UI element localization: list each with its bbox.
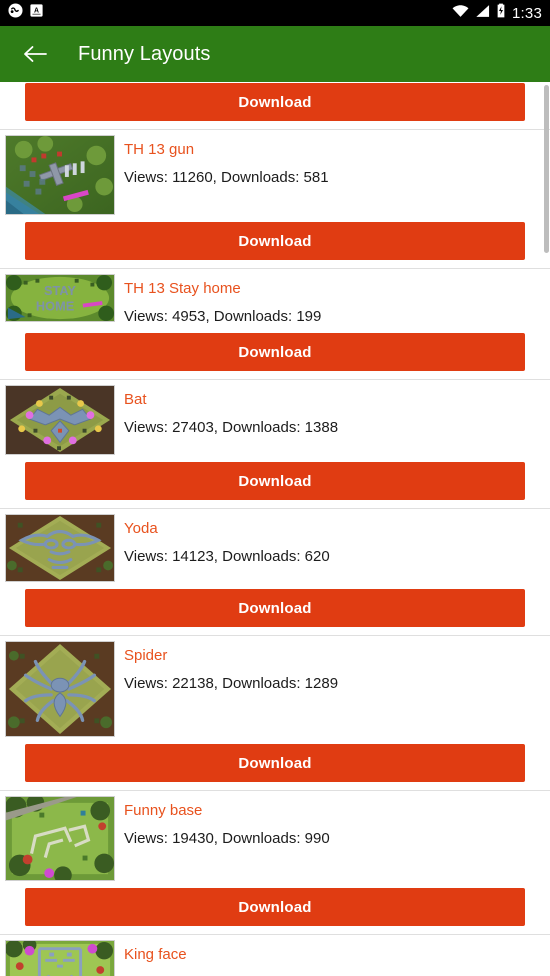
back-button[interactable] [22,41,48,67]
layout-title[interactable]: Funny base [124,802,550,820]
king-face-base-art [6,941,114,976]
svg-text:STAY: STAY [44,284,77,298]
layout-thumbnail[interactable]: STAY HOME [5,274,115,322]
layout-thumbnail[interactable] [5,940,115,976]
layout-stats: Views: 27403, Downloads: 1388 [124,419,339,436]
list-item[interactable]: Download [0,82,550,130]
app-bar: Funny Layouts [0,26,550,82]
status-bar-notifications: A [8,3,43,23]
layout-stats: Views: 4953, Downloads: 199 [124,308,322,325]
layout-title[interactable]: Yoda [124,520,550,538]
wifi-icon [452,4,469,23]
th13-gun-base-art [6,136,114,214]
layouts-list[interactable]: Download TH 13 gun Views: 11260, Downloa… [0,82,550,976]
layout-title[interactable]: TH 13 Stay home [124,280,550,298]
layout-thumbnail[interactable] [5,135,115,215]
list-item-content: Bat Views: 27403, Downloads: 1388 [0,380,550,455]
layout-title[interactable]: Bat [124,391,550,409]
download-button[interactable]: Download [25,589,525,627]
layout-meta: Spider Views: 22138, Downloads: 1289 [115,641,550,693]
download-button[interactable]: Download [25,83,525,121]
layout-meta: TH 13 gun Views: 11260, Downloads: 581 [115,135,550,187]
status-bar: A 1:33 [0,0,550,26]
back-arrow-icon [24,46,47,62]
svg-text:A: A [34,8,39,15]
list-item-content: TH 13 gun Views: 11260, Downloads: 581 [0,130,550,215]
status-bar-clock: 1:33 [512,4,542,22]
app-screen: A 1:33 Funny Layouts Download TH 13 gun … [0,0,550,976]
layout-meta: TH 13 Stay home Views: 4953, Downloads: … [115,274,550,326]
download-button-wrap: Download [0,326,550,379]
download-button-wrap: Download [0,582,550,635]
a-badge-icon: A [30,4,43,22]
layout-meta: Yoda Views: 14123, Downloads: 620 [115,514,550,566]
list-item[interactable]: Spider Views: 22138, Downloads: 1289 Dow… [0,636,550,791]
vertical-scrollbar[interactable] [544,85,549,253]
download-button[interactable]: Download [25,462,525,500]
list-item[interactable]: King face Views: 12714, Downloads: 660 D… [0,935,550,976]
list-item-content: Spider Views: 22138, Downloads: 1289 [0,636,550,737]
list-item[interactable]: Bat Views: 27403, Downloads: 1388 Downlo… [0,380,550,509]
list-item-content: STAY HOME TH 13 Stay home Views: 4953, Do… [0,269,550,326]
list-item-content: Funny base Views: 19430, Downloads: 990 [0,791,550,881]
layout-title[interactable]: TH 13 gun [124,141,550,159]
download-button-wrap: Download [0,881,550,934]
layout-thumbnail[interactable] [5,385,115,455]
layout-meta: King face Views: 12714, Downloads: 660 [115,940,550,976]
list-item[interactable]: TH 13 gun Views: 11260, Downloads: 581 D… [0,130,550,269]
list-item-content: Yoda Views: 14123, Downloads: 620 [0,509,550,582]
bat-base-art [6,386,114,454]
stay-home-base-art: STAY HOME [6,275,114,321]
download-button-wrap: Download [0,82,550,129]
download-button[interactable]: Download [25,333,525,371]
layout-thumbnail[interactable] [5,641,115,737]
layout-stats: Views: 19430, Downloads: 990 [124,830,330,847]
layout-stats: Views: 14123, Downloads: 620 [124,548,330,565]
funny-base-art [6,797,114,880]
layout-meta: Funny base Views: 19430, Downloads: 990 [115,796,550,848]
spider-base-art [6,642,114,736]
layout-meta: Bat Views: 27403, Downloads: 1388 [115,385,550,437]
download-button-wrap: Download [0,455,550,508]
battery-charging-icon [496,3,506,23]
page-title: Funny Layouts [78,42,211,65]
download-button[interactable]: Download [25,744,525,782]
download-button[interactable]: Download [25,222,525,260]
list-item-content: King face Views: 12714, Downloads: 660 [0,935,550,976]
layout-thumbnail[interactable] [5,796,115,881]
layout-stats: Views: 11260, Downloads: 581 [124,169,329,186]
yoda-base-art [6,515,114,581]
list-item[interactable]: Funny base Views: 19430, Downloads: 990 … [0,791,550,935]
download-button[interactable]: Download [25,888,525,926]
layout-thumbnail[interactable] [5,514,115,582]
download-button-wrap: Download [0,737,550,790]
status-bar-indicators: 1:33 [452,3,542,23]
cellular-signal-icon [475,4,490,23]
layout-title[interactable]: Spider [124,647,550,665]
layout-title[interactable]: King face [124,946,550,964]
list-item[interactable]: STAY HOME TH 13 Stay home Views: 4953, Do… [0,269,550,380]
app-notification-icon [8,3,23,23]
layout-stats: Views: 22138, Downloads: 1289 [124,675,339,692]
download-button-wrap: Download [0,215,550,268]
svg-text:HOME: HOME [36,300,74,314]
list-item[interactable]: Yoda Views: 14123, Downloads: 620 Downlo… [0,509,550,636]
